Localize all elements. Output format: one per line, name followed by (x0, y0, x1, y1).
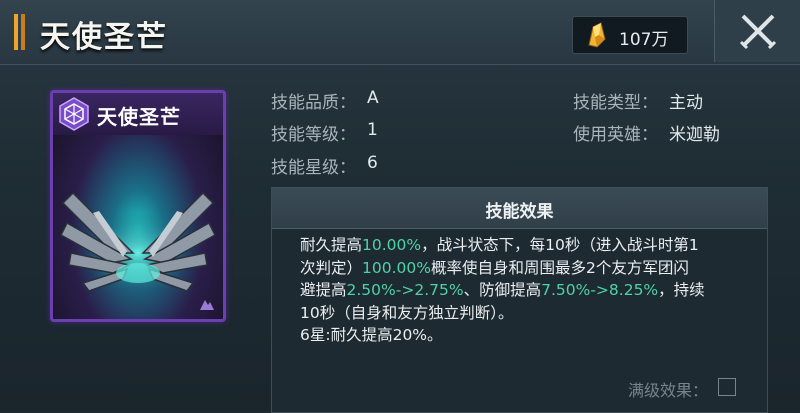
level-label: 技能等级： (271, 125, 356, 145)
header-bar: 天使圣芒 107万 (0, 0, 800, 65)
title-accent-icon (14, 14, 30, 50)
effect-highlight: 7.50%->8.25% (541, 281, 659, 299)
effect-line: 6星:耐久提高20%。 (300, 326, 443, 344)
type-value: 主动 (669, 93, 703, 113)
hexagon-icon (59, 97, 89, 131)
currency-display[interactable]: 107万 (572, 16, 688, 54)
effect-text: ，战斗状态下，每10秒（进入战斗时第1 (421, 236, 699, 254)
effect-highlight: 10.00% (362, 236, 422, 254)
hero-value: 米迦勒 (669, 125, 720, 145)
page-title: 天使圣芒 (40, 20, 168, 55)
effect-description: 耐久提高10.00%，战斗状态下，每10秒（进入战斗时第1 次判定）100.00… (300, 234, 760, 347)
star-label: 技能星级： (271, 158, 356, 178)
effect-line: 耐久提高10.00%，战斗状态下，每10秒（进入战斗时第1 (300, 234, 760, 257)
quality-label: 技能品质： (271, 93, 356, 113)
close-button[interactable] (714, 0, 800, 62)
card-name: 天使圣芒 (97, 105, 181, 129)
effect-text: 概率使自身和周围最多2个友方军团闪 (430, 258, 689, 277)
effect-text: 耐久提高 (300, 236, 363, 254)
effect-line: 次判定）100.00%概率使自身和周围最多2个友方军团闪 (300, 257, 760, 280)
max-level-label: 满级效果： (628, 381, 709, 400)
effect-header: 技能效果 (272, 188, 767, 229)
level-value: 1 (367, 120, 378, 140)
angel-wings-image (60, 191, 216, 293)
currency-value: 107万 (619, 30, 669, 50)
effect-highlight: 2.50%->2.75% (346, 281, 464, 299)
gold-crystal-icon (588, 22, 606, 48)
effect-text: 次判定） (300, 258, 363, 277)
skill-effect-panel: 技能效果 耐久提高10.00%，战斗状态下，每10秒（进入战斗时第1 次判定）1… (271, 187, 768, 413)
effect-text: 、防御提高 (463, 281, 542, 299)
mountain-emblem-icon (200, 300, 214, 310)
max-level-checkbox[interactable] (718, 378, 736, 396)
effect-line: 避提高2.50%->2.75%、防御提高7.50%->8.25%，持续 (300, 279, 760, 302)
star-value: 6 (367, 153, 378, 173)
skill-card: 天使圣芒 (50, 90, 226, 322)
effect-text: 避提高 (300, 281, 347, 299)
card-header: 天使圣芒 (53, 93, 223, 135)
type-label: 技能类型： (573, 93, 658, 113)
hero-label: 使用英雄： (573, 125, 658, 145)
effect-title: 技能效果 (485, 202, 554, 222)
effect-highlight: 100.00% (362, 258, 431, 277)
skill-detail-panel: 天使圣芒 107万 天使圣芒 技能品质： A 技能等级： 1 技能星级： 6 技… (0, 0, 800, 413)
quality-value: A (367, 88, 379, 108)
effect-line: 10秒（自身和友方独立判断）。 (300, 303, 514, 322)
effect-text: ，持续 (658, 281, 705, 299)
close-icon (739, 14, 777, 50)
